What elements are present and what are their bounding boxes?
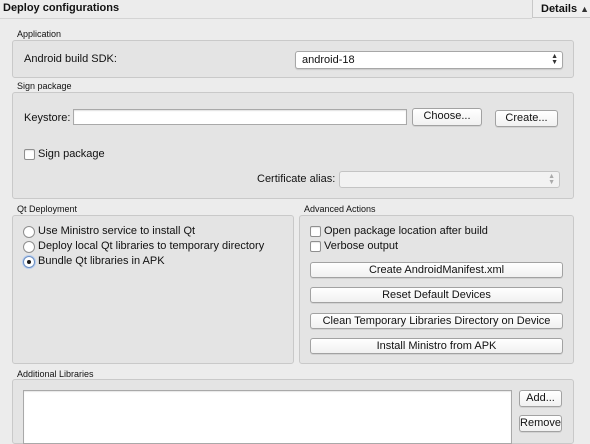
qt-deployment-group-title: Qt Deployment	[17, 204, 78, 214]
sdk-select[interactable]: android-18 ▲ ▼	[295, 51, 563, 69]
page-title: Deploy configurations	[3, 2, 120, 14]
deploy-local-radio[interactable]	[23, 241, 35, 253]
certificate-alias-label: Certificate alias:	[257, 173, 336, 185]
qt-deployment-group	[12, 215, 294, 364]
choose-keystore-button[interactable]: Choose...	[412, 108, 482, 126]
create-manifest-button[interactable]: Create AndroidManifest.xml	[310, 262, 563, 278]
sign-package-checkbox-label: Sign package	[38, 148, 105, 160]
details-toggle-button[interactable]: Details ▲	[532, 0, 590, 18]
remove-library-button[interactable]: Remove	[519, 415, 562, 432]
install-ministro-button[interactable]: Install Ministro from APK	[310, 338, 563, 354]
header-divider	[0, 18, 532, 19]
ministro-radio-label: Use Ministro service to install Qt	[38, 225, 196, 237]
clean-temp-libraries-button[interactable]: Clean Temporary Libraries Directory on D…	[310, 313, 563, 329]
add-library-button[interactable]: Add...	[519, 390, 562, 407]
certificate-alias-select[interactable]: ▲ ▼	[339, 171, 560, 188]
reset-default-devices-button[interactable]: Reset Default Devices	[310, 287, 563, 303]
details-label: Details	[541, 3, 578, 15]
sdk-label: Android build SDK:	[24, 53, 117, 65]
application-group-title: Application	[17, 29, 62, 39]
sign-package-checkbox[interactable]	[24, 149, 35, 160]
bundle-qt-radio-label: Bundle Qt libraries in APK	[38, 255, 165, 267]
create-keystore-button[interactable]: Create...	[495, 110, 558, 127]
updown-arrows-icon: ▲ ▼	[551, 53, 558, 66]
triangle-up-icon: ▲	[580, 4, 589, 14]
keystore-label: Keystore:	[24, 112, 71, 124]
bundle-qt-radio[interactable]	[23, 256, 35, 268]
ministro-radio[interactable]	[23, 226, 35, 238]
additional-libraries-list[interactable]	[23, 390, 512, 444]
advanced-actions-group-title: Advanced Actions	[304, 204, 376, 214]
sdk-select-value: android-18	[302, 54, 355, 66]
additional-libraries-group-title: Additional Libraries	[17, 369, 94, 379]
open-location-checkbox[interactable]	[310, 226, 321, 237]
sign-package-group-title: Sign package	[17, 81, 72, 91]
open-location-checkbox-label: Open package location after build	[324, 225, 488, 237]
verbose-output-checkbox[interactable]	[310, 241, 321, 252]
verbose-output-checkbox-label: Verbose output	[324, 240, 399, 252]
updown-arrows-icon: ▲ ▼	[548, 173, 555, 186]
deploy-local-radio-label: Deploy local Qt libraries to temporary d…	[38, 240, 265, 252]
keystore-input[interactable]	[73, 109, 407, 125]
